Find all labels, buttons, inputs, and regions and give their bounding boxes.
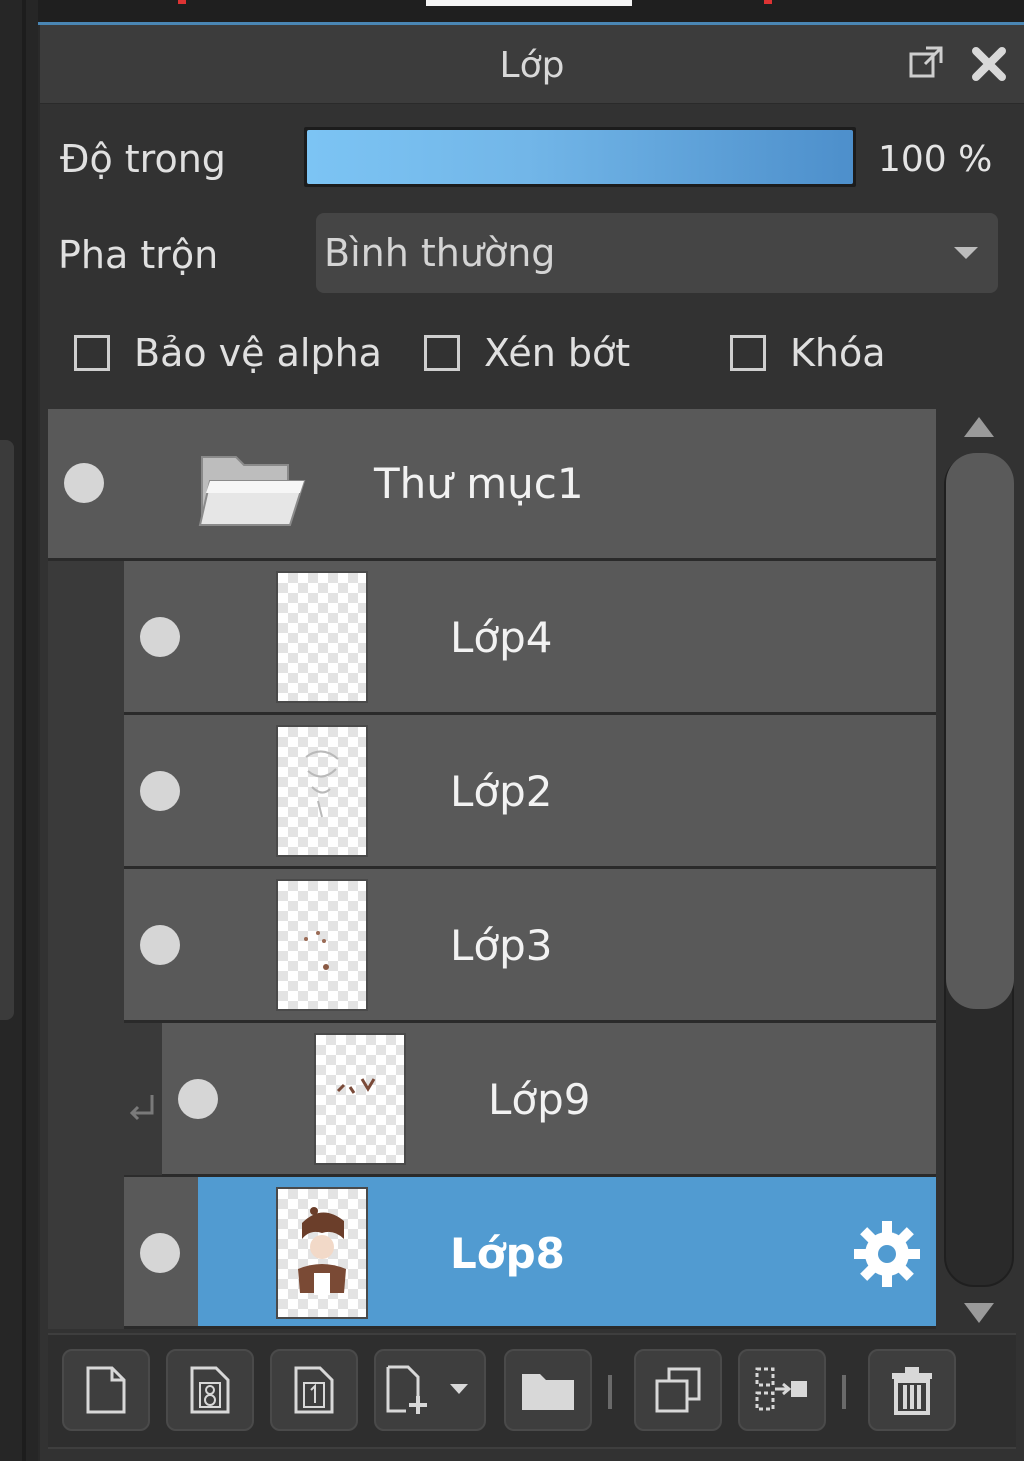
new-layer-icon [86,1366,126,1414]
clipping-label: Xén bớt [484,331,631,375]
layer-thumbnail [276,571,368,703]
add-layer-dropdown-button[interactable] [374,1349,486,1431]
left-edge-handle[interactable] [0,440,14,1020]
opacity-value: 100 % [878,139,993,180]
merge-down-button[interactable] [738,1349,826,1431]
lock-checkbox[interactable] [730,335,766,371]
duplicate-layer-icon [655,1367,701,1413]
visibility-toggle[interactable] [140,617,180,657]
layer-row[interactable]: Lớp3 [124,869,936,1023]
layer-name: Lớp3 [450,921,553,970]
layer-toolbar [48,1333,1016,1449]
close-icon[interactable] [970,45,1008,83]
top-strip [38,0,1024,24]
blend-mode-value: Bình thường [324,231,556,275]
layer-row[interactable]: Lớp4 [124,561,936,715]
scroll-up-arrow-icon[interactable] [964,417,994,437]
visibility-toggle[interactable] [140,925,180,965]
protect-alpha-checkbox[interactable] [74,335,110,371]
layer-row-selected[interactable]: Lớp8 [124,1177,936,1329]
add-layer-dropdown-icon [386,1365,468,1414]
layer-name: Lớp9 [488,1075,591,1124]
merge-down-icon [755,1367,807,1411]
left-edge [0,0,38,1461]
delete-layer-icon [892,1367,932,1415]
visibility-toggle[interactable] [178,1079,218,1119]
layer-thumbnail [276,725,368,857]
layer-thumbnail [276,879,368,1011]
layer-list: Thư mục1 Lớp4 Lớp2 Lớp3 Lớp9 Lớp8 [48,409,936,1329]
new-1bit-layer-icon [294,1366,334,1414]
opacity-label: Độ trong [60,137,226,181]
layer-panel: Lớp Độ trong 100 % Pha trộn Bình thường … [40,25,1024,1461]
new-8bit-layer-button[interactable] [166,1349,254,1431]
folder-icon [198,456,306,526]
opacity-slider-fill [307,130,853,184]
visibility-toggle[interactable] [140,1233,180,1273]
opacity-slider[interactable] [304,127,856,187]
layer-name: Lớp8 [450,1229,565,1278]
scroll-down-arrow-icon[interactable] [964,1303,994,1323]
delete-layer-button[interactable] [868,1349,956,1431]
layer-row[interactable]: Lớp2 [124,715,936,869]
new-folder-icon [522,1374,574,1410]
protect-alpha-label: Bảo vệ alpha [134,331,382,375]
blend-mode-label: Pha trộn [58,233,219,277]
layer-name: Lớp2 [450,767,553,816]
duplicate-layer-button[interactable] [634,1349,722,1431]
layer-name: Lớp4 [450,613,553,662]
new-layer-button[interactable] [62,1349,150,1431]
new-folder-button[interactable] [504,1349,592,1431]
panel-titlebar: Lớp [40,25,1024,104]
popout-icon[interactable] [908,45,944,81]
blend-mode-select[interactable]: Bình thường [316,213,998,293]
chevron-down-icon [954,247,978,259]
layer-row[interactable]: Lớp9 [162,1023,936,1177]
layer-row-folder[interactable]: Thư mục1 [48,409,936,561]
layer-thumbnail [314,1033,406,1165]
gear-icon[interactable] [852,1219,922,1289]
clipping-arrow-icon [129,1095,154,1121]
new-1bit-layer-button[interactable] [270,1349,358,1431]
new-8bit-layer-icon [190,1366,230,1414]
panel-title: Lớp [499,45,565,86]
layer-name: Thư mục1 [374,459,584,508]
clipping-checkbox[interactable] [424,335,460,371]
lock-label: Khóa [790,331,886,375]
layer-thumbnail [276,1187,368,1319]
visibility-toggle[interactable] [64,463,104,503]
visibility-toggle[interactable] [140,771,180,811]
scrollbar-thumb[interactable] [946,453,1014,1009]
